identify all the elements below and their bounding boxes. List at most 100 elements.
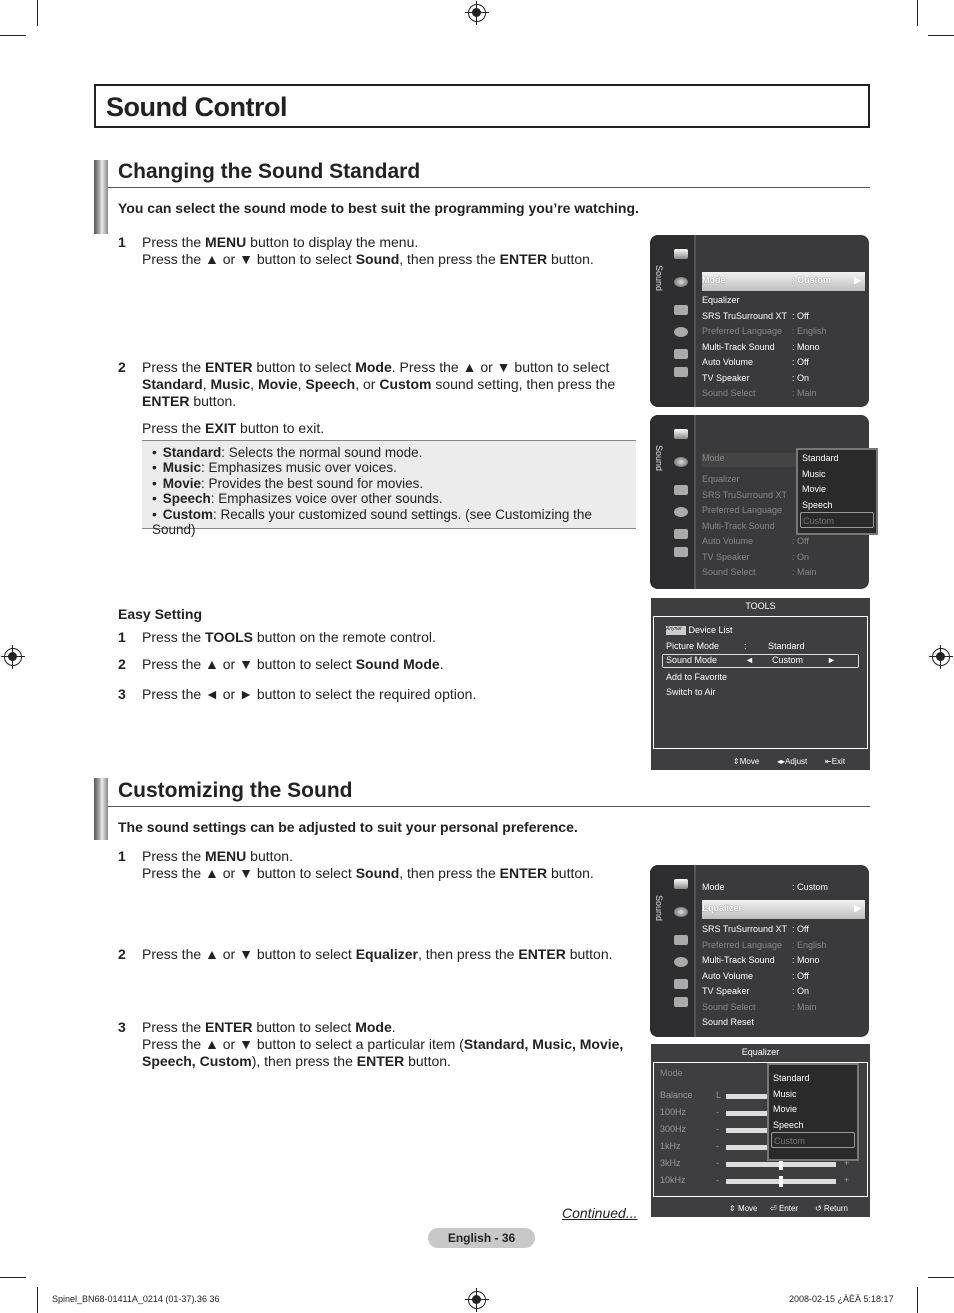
note-item: Standard: Selects the normal sound mode. xyxy=(152,445,636,460)
menu-row-value: : Off xyxy=(792,970,809,981)
menu-row-label: Mode xyxy=(702,882,725,892)
menu-row-preferred-language[interactable]: Preferred Language: English xyxy=(702,326,865,340)
menu-row-tv-speaker[interactable]: TV Speaker : On xyxy=(702,373,865,387)
menu-row-sound-select[interactable]: Sound Select: Main xyxy=(702,1002,865,1016)
tools-title: TOOLS xyxy=(745,601,776,611)
footer-move: ⇕ Move xyxy=(729,1204,758,1213)
step-text: Press the MENU button to display the men… xyxy=(142,234,594,267)
menu-row-tv-speaker[interactable]: TV Speaker: On xyxy=(702,986,865,1000)
mode-dropdown[interactable]: Standard Music Movie Speech Custom xyxy=(796,448,878,535)
sound-icon[interactable] xyxy=(674,277,688,287)
menu-row-multi-track-sound[interactable]: Multi-Track Sound: Mono xyxy=(702,955,865,969)
menu-row-srs-trusurround-xt[interactable]: SRS TruSurround XT: Off xyxy=(702,311,865,325)
menu-row-sound-select[interactable]: Sound Select: Main xyxy=(702,388,865,402)
picture-icon[interactable] xyxy=(674,429,688,439)
picture-icon[interactable] xyxy=(674,249,688,259)
tools-item-device-list[interactable]: Anynet Device List xyxy=(666,625,733,636)
footer-timestamp: 2008-02-15 ¿ÀÈÄ 5:18:17 xyxy=(789,1294,894,1304)
menu-row-srs-trusurround-xt[interactable]: SRS TruSurround XT: Off xyxy=(702,924,865,938)
tools-item-switch-to-air[interactable]: Switch to Air xyxy=(666,687,716,697)
section-bar xyxy=(94,160,108,234)
osd-sound-menu: Sound Mode: Custom ▶ Equalizer SRS TruSurro… xyxy=(650,235,869,407)
dropdown-option-speech[interactable]: Speech xyxy=(769,1117,857,1133)
crop-mark xyxy=(0,35,26,36)
menu-row-value: : Mono xyxy=(792,341,820,352)
menu-row-value: : On xyxy=(792,372,810,383)
channel-icon[interactable] xyxy=(674,935,688,945)
sound-icon[interactable] xyxy=(674,907,688,917)
osd-side-label: Sound xyxy=(654,265,664,292)
menu-row-label: TV Speaker xyxy=(702,372,750,383)
menu-row-label: Mode xyxy=(702,275,726,285)
input-icon[interactable] xyxy=(674,529,688,539)
menu-row-preferred-language[interactable]: Preferred Language: English xyxy=(702,940,865,954)
tools-item-picture-mode[interactable]: Picture Mode : Standard xyxy=(666,641,805,651)
menu-row-value: : On xyxy=(792,551,810,562)
registration-mark-icon xyxy=(465,1,489,25)
application-icon[interactable] xyxy=(674,367,688,377)
picture-icon[interactable] xyxy=(674,879,688,889)
menu-row-sound-reset[interactable]: Sound Reset xyxy=(702,1017,865,1031)
menu-row-label: Equalizer xyxy=(702,295,740,305)
osd-sidebar: Sound xyxy=(650,865,696,1037)
note-item: Custom: Recalls your customized sound se… xyxy=(152,507,636,538)
section-title-changing-sound-standard: Changing the Sound Standard xyxy=(118,160,421,183)
menu-row-label: Equalizer xyxy=(702,474,740,484)
step-number: 2 xyxy=(118,359,126,375)
osd-sidebar: Sound xyxy=(650,235,696,407)
menu-row-auto-volume[interactable]: Auto Volume: Off xyxy=(702,357,865,371)
step-1: 1 Press the MENU button to display the m… xyxy=(118,234,638,268)
menu-row-multi-track-sound[interactable]: Multi-Track Sound: Mono xyxy=(702,342,865,356)
setup-icon[interactable] xyxy=(674,507,688,517)
dropdown-option-standard[interactable]: Standard xyxy=(769,1070,857,1086)
menu-row-value: : Main xyxy=(792,1001,817,1012)
section-bar xyxy=(94,778,108,840)
tools-item-add-to-favorite[interactable]: Add to Favorite xyxy=(666,672,727,682)
menu-row-auto-volume: Auto Volume: Off xyxy=(702,536,865,550)
eq-band-min: L xyxy=(716,1090,722,1100)
continued-link: Continued... xyxy=(562,1205,638,1221)
menu-row-label: Preferred Language xyxy=(702,326,783,336)
dropdown-option-speech[interactable]: Speech xyxy=(798,497,876,513)
dropdown-option-movie[interactable]: Movie xyxy=(798,481,876,497)
osd-sidebar: Sound xyxy=(650,415,696,589)
menu-row-auto-volume[interactable]: Auto Volume: Off xyxy=(702,971,865,985)
dropdown-option-music[interactable]: Music xyxy=(798,466,876,482)
application-icon[interactable] xyxy=(674,997,688,1007)
channel-icon[interactable] xyxy=(674,485,688,495)
input-icon[interactable] xyxy=(674,979,688,989)
dropdown-option-custom[interactable]: Custom xyxy=(800,512,874,528)
eq-slider-knob[interactable] xyxy=(779,1176,783,1187)
menu-row-equalizer[interactable]: Equalizer xyxy=(702,295,865,309)
osd-sound-menu-equalizer: Sound Mode: Custom Equalizer ▶ SRS TruSurro… xyxy=(650,865,869,1037)
dropdown-option-custom[interactable]: Custom xyxy=(771,1132,855,1148)
dropdown-option-standard[interactable]: Standard xyxy=(798,450,876,466)
setup-icon[interactable] xyxy=(674,327,688,337)
eq-band-label: 100Hz xyxy=(660,1107,687,1117)
menu-row-equalizer[interactable]: Equalizer ▶ xyxy=(702,900,865,919)
menu-row-mode[interactable]: Mode: Custom ▶ xyxy=(702,272,865,291)
section-lead: You can select the sound mode to best su… xyxy=(118,200,639,216)
step-2: 2 Press the ENTER button to select Mode.… xyxy=(118,359,638,437)
section-lead: The sound settings can be adjusted to su… xyxy=(118,819,578,835)
menu-row-sound-select: Sound Select: Main xyxy=(702,567,865,581)
dropdown-option-movie[interactable]: Movie xyxy=(769,1101,857,1117)
dropdown-option-music[interactable]: Music xyxy=(769,1086,857,1102)
menu-row-value: : Main xyxy=(792,388,817,398)
menu-row-label: Sound Reset xyxy=(702,1017,755,1027)
application-icon[interactable] xyxy=(674,547,688,557)
menu-row-mode[interactable]: Mode: Custom xyxy=(702,882,865,896)
arrow-right-icon: ▶ xyxy=(854,903,861,913)
menu-row-label: Preferred Language xyxy=(702,505,783,515)
eq-band-label: 1kHz xyxy=(660,1141,681,1151)
channel-icon[interactable] xyxy=(674,305,688,315)
setup-icon[interactable] xyxy=(674,957,688,967)
eq-band-min: - xyxy=(716,1124,719,1134)
tools-item-sound-mode[interactable]: Sound Mode ◄ Custom ► xyxy=(662,654,859,668)
menu-row-label: SRS TruSurround XT xyxy=(702,310,788,321)
menu-row-label: Mode xyxy=(702,453,725,463)
sound-icon[interactable] xyxy=(674,457,688,467)
eq-mode-dropdown[interactable]: Standard Music Movie Speech Custom xyxy=(767,1063,859,1161)
menu-row-label: TV Speaker xyxy=(702,551,750,562)
input-icon[interactable] xyxy=(674,349,688,359)
